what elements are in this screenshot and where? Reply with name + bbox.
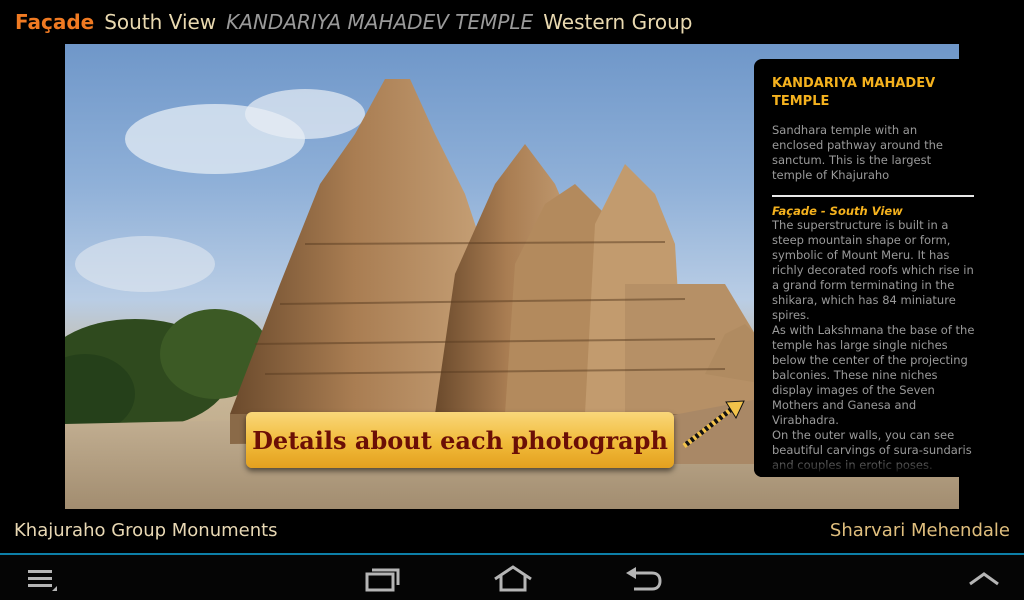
panel-fade-overlay (754, 455, 974, 477)
dotted-arrow-icon (682, 400, 745, 448)
title-bar: Façade South View KANDARIYA MAHADEV TEMP… (0, 0, 1024, 44)
view-label: South View (104, 10, 217, 34)
facade-label: Façade (15, 10, 95, 34)
recent-apps-icon[interactable] (363, 564, 403, 594)
panel-summary: Sandhara temple with an enclosed pathway… (772, 123, 943, 182)
info-panel[interactable]: KANDARIYA MAHADEV TEMPLE Sandhara temple… (754, 59, 974, 477)
panel-title: KANDARIYA MAHADEV TEMPLE (772, 76, 936, 109)
photo-details-callout: Details about each photograph (246, 412, 674, 468)
author-name: Sharvari Mehendale (829, 520, 1010, 541)
temple-name: KANDARIYA MAHADEV TEMPLE (226, 10, 534, 34)
panel-body-paragraph-2: As with Lakshmana the base of the temple… (772, 323, 974, 427)
panel-divider (772, 195, 974, 197)
panel-body-paragraph-1: The superstructure is built in a steep m… (772, 218, 974, 322)
app-name: Khajuraho Group Monuments (14, 520, 278, 541)
group-label: Western Group (543, 10, 693, 34)
home-icon[interactable] (492, 564, 534, 594)
chevron-up-icon[interactable] (966, 564, 1002, 594)
menu-icon[interactable] (26, 564, 60, 594)
panel-subtitle: Façade - South View (772, 204, 903, 218)
back-icon[interactable] (624, 564, 664, 594)
callout-text: Details about each photograph (252, 425, 668, 455)
system-nav-bar (0, 555, 1024, 600)
